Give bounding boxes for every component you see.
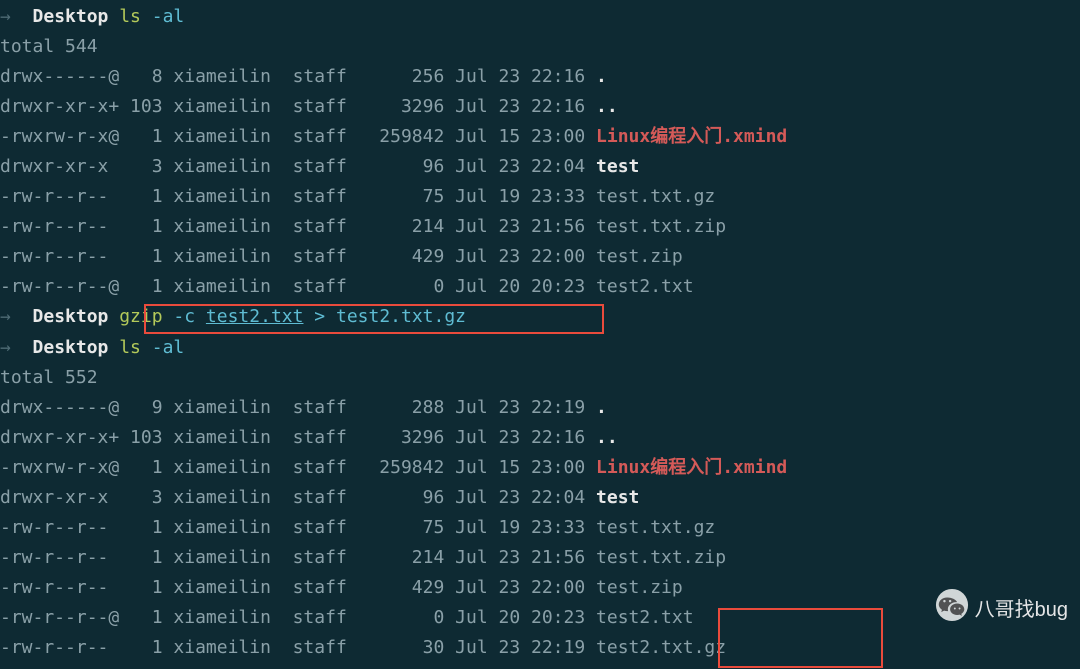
- ls-row: -rwxrw-r-x@ 1 xiameilin staff 259842 Jul…: [0, 122, 1080, 152]
- cmd-gzip: gzip: [119, 306, 173, 327]
- ls-row: -rw-r--r-- 1 xiameilin staff 429 Jul 23 …: [0, 242, 1080, 272]
- prompt-line[interactable]: → Desktop ls -al: [0, 2, 1080, 32]
- ls-row: drwx------@ 9 xiameilin staff 288 Jul 23…: [0, 393, 1080, 423]
- prompt-cwd: Desktop: [33, 306, 120, 327]
- ls-row: -rw-r--r-- 1 xiameilin staff 429 Jul 23 …: [0, 573, 1080, 603]
- ls-total: total 544: [0, 32, 1080, 62]
- ls-row: -rw-r--r--@ 1 xiameilin staff 0 Jul 20 2…: [0, 603, 1080, 633]
- cmd-ls: ls: [119, 337, 152, 358]
- cmd-redirect: > test2.txt.gz: [303, 306, 466, 327]
- ls-row: drwx------@ 8 xiameilin staff 256 Jul 23…: [0, 62, 1080, 92]
- ls-row: -rw-r--r-- 1 xiameilin staff 75 Jul 19 2…: [0, 182, 1080, 212]
- prompt-cwd: Desktop: [33, 337, 120, 358]
- ls-row: -rw-r--r-- 1 xiameilin staff 214 Jul 23 …: [0, 543, 1080, 573]
- prompt-line[interactable]: → Desktop ls -al: [0, 333, 1080, 363]
- ls-total: total 552: [0, 363, 1080, 393]
- ls-row: drwxr-xr-x 3 xiameilin staff 96 Jul 23 2…: [0, 483, 1080, 513]
- prompt-line[interactable]: → Desktop gzip -c test2.txt > test2.txt.…: [0, 302, 1080, 332]
- prompt-arrow-icon: →: [0, 6, 33, 27]
- cmd-ls: ls: [119, 6, 152, 27]
- ls-row: drwxr-xr-x+ 103 xiameilin staff 3296 Jul…: [0, 423, 1080, 453]
- wechat-watermark: 八哥找bug: [935, 588, 1068, 633]
- prompt-arrow-icon: →: [0, 337, 33, 358]
- wechat-icon: [935, 588, 969, 633]
- cmd-args: -al: [152, 337, 185, 358]
- ls-row: -rw-r--r-- 1 xiameilin staff 75 Jul 19 2…: [0, 513, 1080, 543]
- ls-row: -rw-r--r-- 1 xiameilin staff 30 Jul 23 2…: [0, 633, 1080, 663]
- ls-row: -rw-r--r--@ 1 xiameilin staff 0 Jul 20 2…: [0, 272, 1080, 302]
- watermark-text: 八哥找bug: [975, 594, 1068, 627]
- cmd-args: -c: [173, 306, 206, 327]
- cmd-arg-file: test2.txt: [206, 306, 304, 327]
- ls-row: drwxr-xr-x 3 xiameilin staff 96 Jul 23 2…: [0, 152, 1080, 182]
- cmd-args: -al: [152, 6, 185, 27]
- ls-row: drwxr-xr-x+ 103 xiameilin staff 3296 Jul…: [0, 92, 1080, 122]
- ls-row: -rwxrw-r-x@ 1 xiameilin staff 259842 Jul…: [0, 453, 1080, 483]
- prompt-cwd: Desktop: [33, 6, 120, 27]
- terminal-output: → Desktop ls -altotal 544drwx------@ 8 x…: [0, 2, 1080, 663]
- prompt-arrow-icon: →: [0, 306, 33, 327]
- ls-row: -rw-r--r-- 1 xiameilin staff 214 Jul 23 …: [0, 212, 1080, 242]
